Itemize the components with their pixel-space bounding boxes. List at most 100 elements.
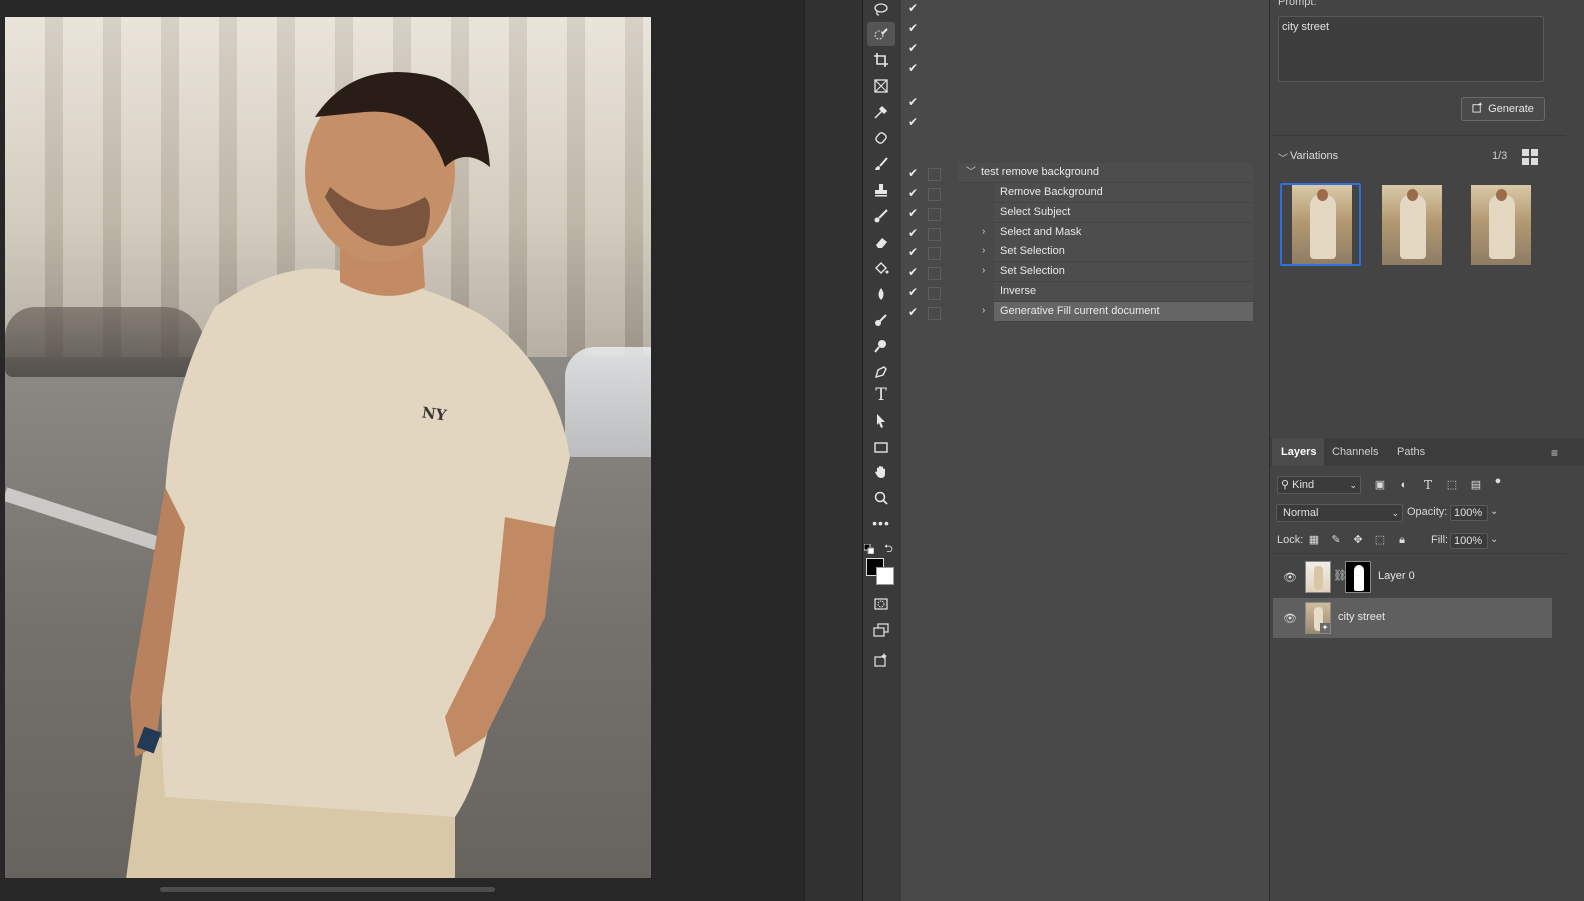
zoom-tool-icon[interactable]	[867, 486, 895, 510]
toggle-check-icon[interactable]: ✔	[906, 245, 920, 259]
object-selection-tool-icon[interactable]	[867, 22, 895, 46]
frame-tool-icon[interactable]	[867, 74, 895, 98]
toggle-check-icon[interactable]: ✔	[906, 1, 920, 15]
layer-row[interactable]: 👁︎ ⛓︎ Layer 0	[1273, 557, 1552, 597]
more-tools-icon[interactable]: •••	[867, 511, 895, 535]
dialog-toggle[interactable]	[928, 168, 941, 181]
action-set-row[interactable]: ﹀ test remove background	[958, 163, 1253, 183]
lock-transparent-icon[interactable]: ▦	[1307, 533, 1321, 547]
lock-artboard-icon[interactable]: ⬚	[1373, 533, 1387, 547]
blur-tool-icon[interactable]	[867, 282, 895, 306]
pen-tool-icon[interactable]	[867, 360, 895, 384]
chevron-right-icon[interactable]: ›	[982, 226, 985, 237]
action-item[interactable]: Remove Background	[994, 183, 1253, 203]
dialog-toggle[interactable]	[928, 267, 941, 280]
filter-adjustment-icon[interactable]: ◐	[1397, 478, 1411, 492]
lasso-tool-icon[interactable]	[867, 0, 895, 21]
filter-toggle-icon[interactable]: ●	[1491, 474, 1505, 488]
toggle-check-icon[interactable]: ✔	[906, 265, 920, 279]
prompt-textarea[interactable]: city street	[1278, 16, 1544, 82]
variation-thumbnail[interactable]	[1382, 185, 1442, 265]
zoom-like-dodge-icon[interactable]	[867, 334, 895, 358]
action-item[interactable]: Select and Mask	[994, 223, 1253, 243]
type-tool-icon[interactable]: T	[867, 383, 895, 407]
dodge-tool-icon[interactable]	[867, 308, 895, 332]
toggle-check-icon[interactable]: ✔	[906, 226, 920, 240]
rectangle-tool-icon[interactable]	[867, 435, 895, 459]
visibility-eye-icon[interactable]: 👁︎	[1283, 571, 1297, 584]
dialog-toggle[interactable]	[928, 307, 941, 320]
variation-thumbnail[interactable]	[1471, 185, 1531, 265]
background-color-swatch[interactable]	[876, 567, 894, 585]
chevron-down-icon: ⌄	[1391, 508, 1399, 518]
tab-layers[interactable]: Layers	[1281, 446, 1316, 458]
path-selection-icon[interactable]	[867, 409, 895, 433]
toggle-check-icon[interactable]: ✔	[906, 115, 920, 129]
filter-shape-icon[interactable]: ⬚	[1445, 478, 1459, 492]
toggle-check-icon[interactable]: ✔	[906, 166, 920, 180]
screen-mode-icon[interactable]	[867, 618, 895, 642]
horizontal-scrollbar[interactable]	[160, 887, 495, 892]
fill-input[interactable]: 100%	[1450, 533, 1488, 549]
clone-stamp-tool-icon[interactable]	[867, 178, 895, 202]
toggle-check-icon[interactable]: ✔	[906, 95, 920, 109]
action-item[interactable]: Inverse	[994, 282, 1253, 302]
grid-view-icon[interactable]	[1522, 149, 1538, 170]
layer-filter-kind-select[interactable]: ⚲ Kind ⌄	[1277, 476, 1361, 494]
lock-image-icon[interactable]: ✎	[1329, 533, 1343, 547]
action-item[interactable]: Select Subject	[994, 203, 1253, 223]
eraser-tool-icon[interactable]	[867, 230, 895, 254]
opacity-input[interactable]: 100%	[1450, 505, 1488, 521]
toggle-check-icon[interactable]: ✔	[906, 285, 920, 299]
chevron-down-icon[interactable]: ⌄	[1490, 534, 1498, 545]
dialog-toggle[interactable]	[928, 208, 941, 221]
generate-button[interactable]: Generate	[1461, 97, 1545, 121]
layer-row-selected[interactable]: 👁︎ ✦ city street	[1273, 598, 1552, 638]
dialog-toggle[interactable]	[928, 188, 941, 201]
paint-bucket-icon[interactable]	[867, 256, 895, 280]
chevron-right-icon[interactable]: ›	[982, 305, 985, 316]
filter-smart-object-icon[interactable]: ▤	[1469, 478, 1483, 492]
lock-position-icon[interactable]: ✥	[1351, 533, 1365, 547]
chevron-right-icon[interactable]: ›	[982, 265, 985, 276]
hand-tool-icon[interactable]	[867, 460, 895, 484]
layer-mask-thumbnail[interactable]	[1345, 561, 1371, 593]
chevron-down-icon[interactable]: ⌄	[1490, 506, 1498, 517]
dialog-toggle[interactable]	[928, 287, 941, 300]
swap-colors-icon[interactable]: ⮌	[884, 540, 893, 559]
blend-mode-value: Normal	[1283, 507, 1319, 519]
chevron-right-icon[interactable]: ›	[982, 245, 985, 256]
dialog-toggle[interactable]	[928, 247, 941, 260]
opacity-label: Opacity:	[1407, 506, 1448, 518]
toggle-check-icon[interactable]: ✔	[906, 41, 920, 55]
toggle-check-icon[interactable]: ✔	[906, 186, 920, 200]
visibility-eye-icon[interactable]: 👁︎	[1283, 612, 1297, 625]
filter-pixel-icon[interactable]: ▣	[1373, 478, 1387, 492]
generate-icon	[1472, 102, 1483, 116]
spot-healing-brush-icon[interactable]	[867, 126, 895, 150]
blend-mode-select[interactable]: Normal ⌄	[1276, 504, 1403, 522]
document-image[interactable]: NY	[5, 17, 651, 878]
filter-type-icon[interactable]: T	[1421, 478, 1435, 492]
action-item[interactable]: Set Selection	[994, 262, 1253, 282]
default-colors-icon[interactable]	[863, 541, 875, 555]
toggle-check-icon[interactable]: ✔	[906, 206, 920, 220]
quick-mask-icon[interactable]	[867, 592, 895, 616]
action-item[interactable]: Set Selection	[994, 242, 1253, 262]
history-brush-icon[interactable]	[867, 204, 895, 228]
generative-workspace-icon[interactable]	[867, 648, 895, 672]
tab-channels[interactable]: Channels	[1332, 446, 1378, 458]
lock-all-icon[interactable]: 🔒︎	[1395, 533, 1409, 547]
toggle-check-icon[interactable]: ✔	[906, 21, 920, 35]
chevron-down-icon[interactable]: ﹀	[1278, 150, 1288, 165]
dialog-toggle[interactable]	[928, 228, 941, 241]
toggle-check-icon[interactable]: ✔	[906, 61, 920, 75]
brush-tool-icon[interactable]	[867, 152, 895, 176]
action-item-selected[interactable]: Generative Fill current document	[994, 302, 1253, 322]
crop-tool-icon[interactable]	[867, 48, 895, 72]
tab-paths[interactable]: Paths	[1397, 446, 1425, 458]
toggle-check-icon[interactable]: ✔	[906, 305, 920, 319]
chevron-down-icon[interactable]: ﹀	[966, 163, 976, 182]
eyedropper-tool-icon[interactable]	[867, 100, 895, 124]
panel-menu-icon[interactable]: ≡	[1551, 446, 1558, 460]
